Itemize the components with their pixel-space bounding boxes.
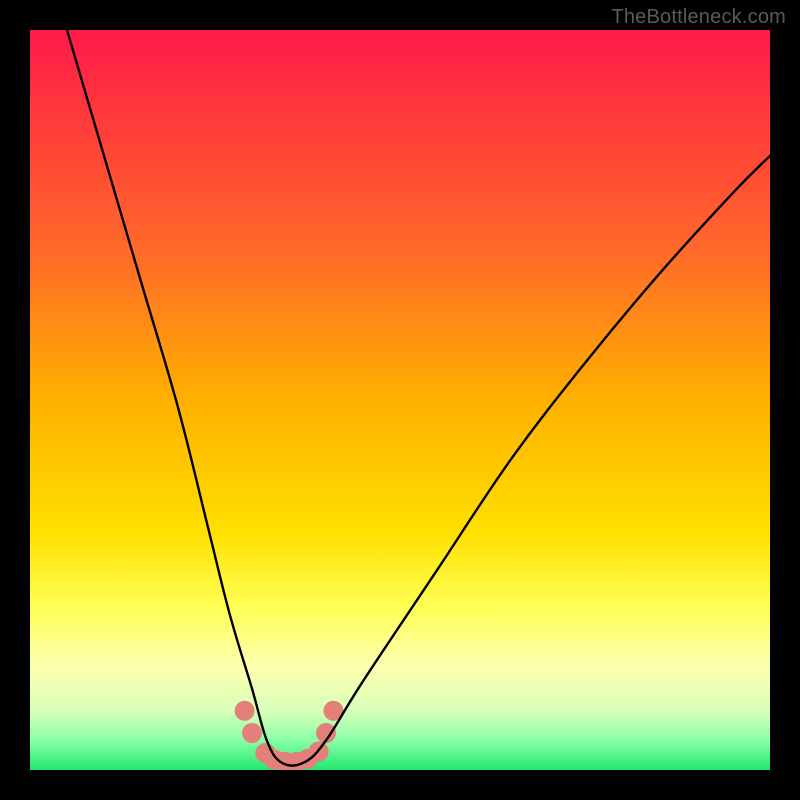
watermark-text: TheBottleneck.com	[611, 6, 786, 29]
curve-layer	[30, 30, 770, 770]
minimum-marker	[242, 723, 262, 743]
marker-cluster	[235, 701, 344, 770]
minimum-marker	[235, 701, 255, 721]
plot-area	[30, 30, 770, 770]
bottleneck-curve-path	[67, 30, 770, 766]
chart-frame: TheBottleneck.com	[0, 0, 800, 800]
